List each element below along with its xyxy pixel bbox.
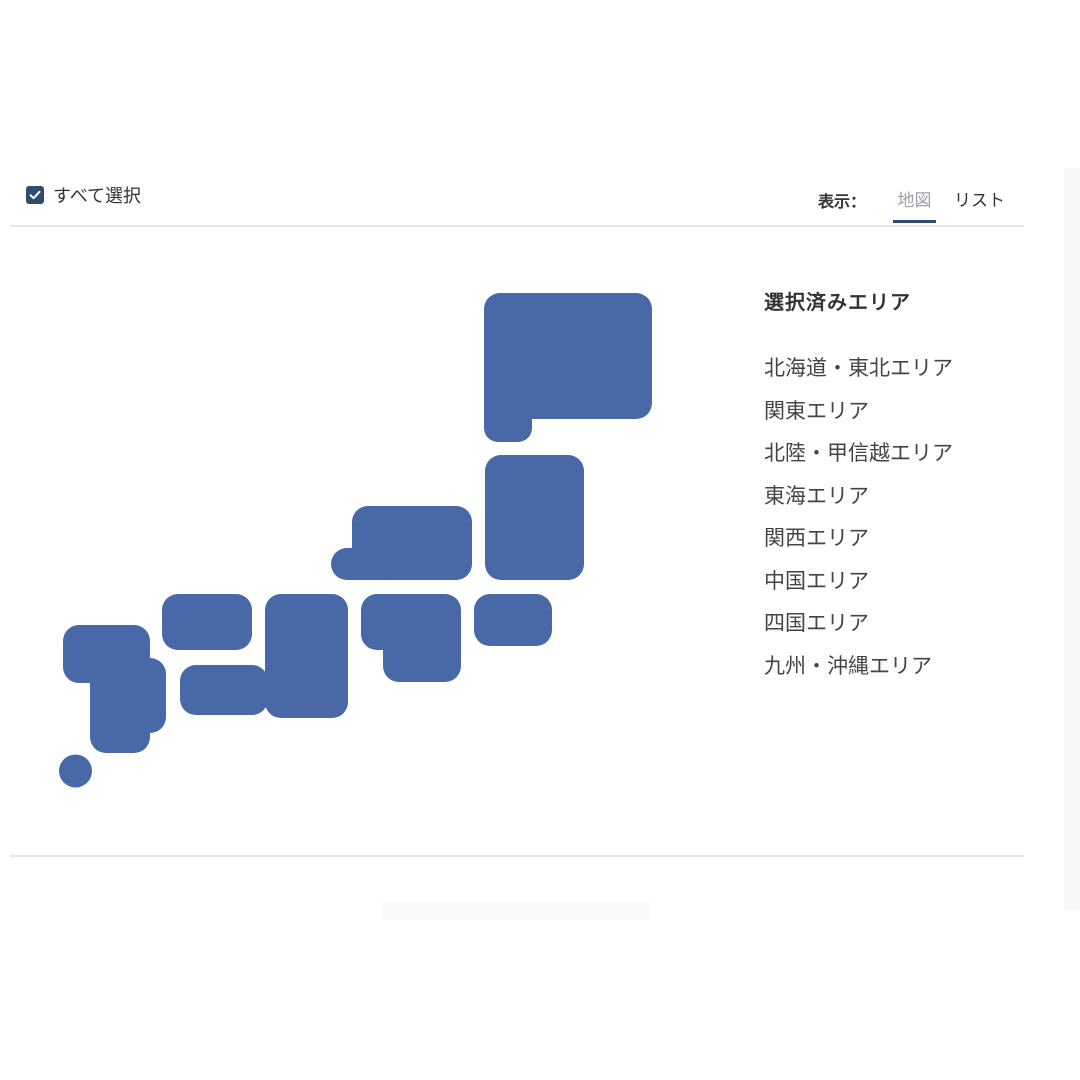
- list-item: 中国エリア: [764, 568, 869, 593]
- tab-map[interactable]: 地図: [893, 186, 936, 223]
- map-region-hokuriku-koshinetsu[interactable]: [331, 506, 472, 580]
- list-item: 北海道・東北エリア: [764, 356, 953, 380]
- map-region-hokkaido-tohoku[interactable]: [484, 293, 652, 442]
- list-item: 関東エリア: [764, 398, 869, 423]
- scrollbar-track[interactable]: [1064, 168, 1080, 910]
- list-item: 北陸・甲信越エリア: [764, 441, 953, 465]
- selected-areas-panel: 選択済みエリア 北海道・東北エリア 関東エリア 北陸・甲信越エリア 東海エリア …: [764, 286, 1064, 687]
- list-item: 九州・沖縄エリア: [764, 653, 932, 678]
- selected-areas-title: 選択済みエリア: [764, 290, 911, 314]
- list-item: 東海エリア: [764, 483, 869, 508]
- view-mode-label: 表示：: [818, 192, 867, 211]
- tab-list[interactable]: リスト: [954, 186, 1005, 211]
- map-region-tokai[interactable]: [361, 594, 461, 682]
- map-region-kanto[interactable]: [485, 455, 584, 580]
- map-region-shikoku[interactable]: [180, 665, 268, 715]
- japan-region-map: [59, 293, 652, 788]
- list-item: 四国エリア: [764, 611, 869, 635]
- footer-placeholder: [382, 902, 650, 920]
- map-region-kyushu[interactable]: [63, 625, 166, 753]
- list-item: 関西エリア: [764, 526, 869, 550]
- map-region-kanto-south[interactable]: [474, 594, 552, 646]
- map-region-kansai[interactable]: [265, 594, 348, 718]
- bottom-divider: [10, 855, 1024, 857]
- map-region-okinawa[interactable]: [59, 754, 92, 788]
- map-region-chugoku[interactable]: [162, 594, 252, 650]
- area-selector-page: すべて選択 表示： 地図 リスト 選択済みエリア 北海道・東北エリア 関東エリア…: [0, 0, 1080, 1080]
- selected-areas-list: 北海道・東北エリア 関東エリア 北陸・甲信越エリア 東海エリア 関西エリア 中国…: [764, 347, 1064, 687]
